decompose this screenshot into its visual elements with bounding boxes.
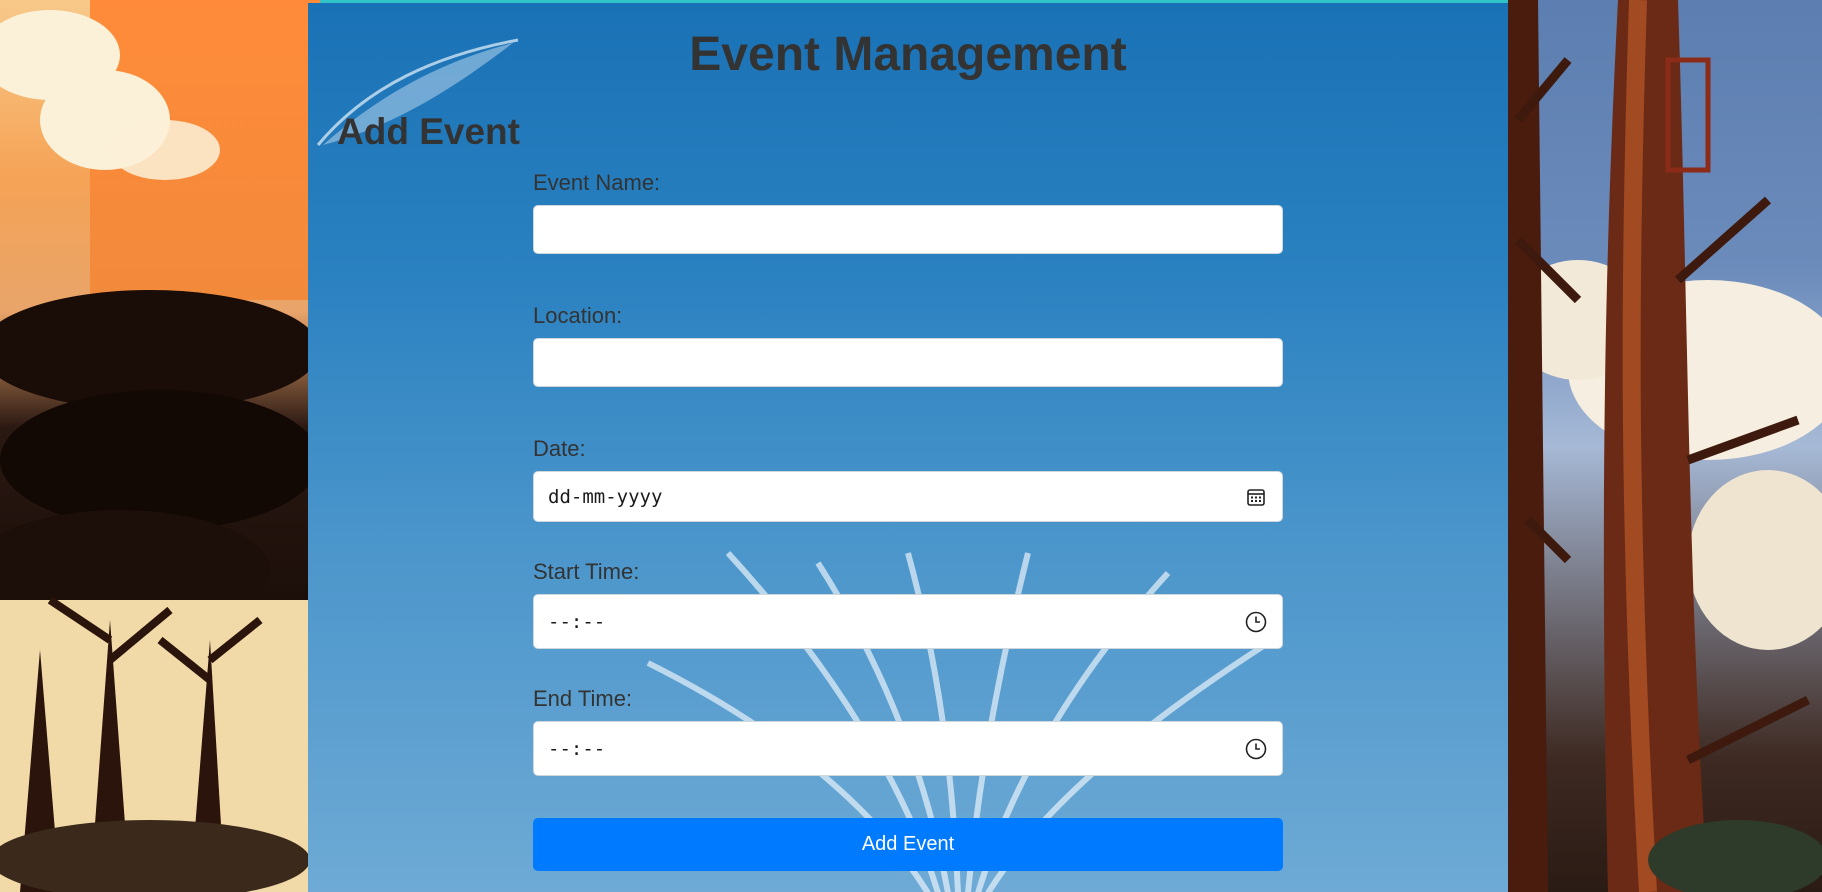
date-label: Date: (533, 436, 586, 461)
calendar-icon[interactable] (1244, 485, 1268, 509)
start-time-label: Start Time: (533, 559, 640, 584)
add-event-button[interactable]: Add Event (533, 818, 1283, 871)
main-panel: Event Management Add Event Event Name: L… (308, 3, 1508, 892)
date-value: dd-mm-yyyy (548, 486, 663, 508)
right-landscape-image (1508, 0, 1822, 892)
event-name-input[interactable] (533, 205, 1283, 254)
location-input[interactable] (533, 338, 1283, 387)
end-time-input[interactable]: --:-- (533, 721, 1283, 776)
end-time-label: End Time: (533, 686, 633, 711)
end-time-value: --:-- (548, 738, 606, 760)
clock-icon[interactable] (1244, 610, 1268, 634)
clock-icon[interactable] (1244, 737, 1268, 761)
date-input[interactable]: dd-mm-yyyy (533, 471, 1283, 522)
start-time-value: --:-- (548, 611, 606, 633)
add-event-form: Event Name: Location: Date: dd-mm-yyyy S… (533, 169, 1283, 871)
location-label: Location: (533, 303, 623, 328)
tree-trunk-illustration (1508, 0, 1822, 892)
tree-silhouette (0, 290, 310, 892)
start-time-input[interactable]: --:-- (533, 594, 1283, 649)
event-name-label: Event Name: (533, 170, 661, 195)
add-event-heading: Add Event (337, 111, 520, 152)
left-landscape-image (0, 0, 320, 892)
page-title: Event Management (689, 28, 1127, 81)
